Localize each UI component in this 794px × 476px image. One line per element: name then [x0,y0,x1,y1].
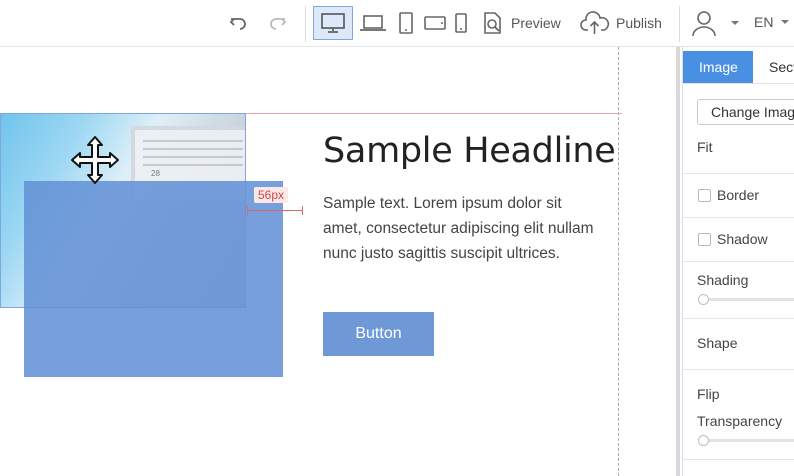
desktop-icon [321,13,345,33]
device-desktop-button[interactable] [313,6,353,40]
border-checkbox[interactable] [698,189,711,202]
tablet-portrait-icon [399,12,413,34]
chevron-down-icon [731,21,739,25]
panel-divider [683,318,794,319]
panel-divider [683,459,794,460]
change-image-button[interactable]: Change Image [697,99,794,125]
tab-underline [683,83,794,84]
preview-icon [484,12,501,34]
publish-button[interactable]: Publish [580,8,672,38]
redo-icon [270,18,287,30]
sample-body-text[interactable]: Sample text. Lorem ipsum dolor sit amet,… [323,191,603,266]
section-boundary-guide [618,47,619,476]
shadow-checkbox[interactable] [698,233,711,246]
toolbar-separator [679,6,680,42]
photo-day-number: 28 [151,169,160,178]
transparency-label: Transparency [697,413,783,429]
tab-section[interactable]: Secti [755,51,794,83]
transparency-slider-handle[interactable] [698,435,709,446]
panel-divider [683,261,794,262]
top-toolbar: Preview Publish EN [0,0,794,47]
account-menu-button[interactable] [690,8,742,38]
chevron-down-icon [781,20,790,24]
redo-button[interactable] [264,8,292,38]
properties-panel: Image Secti Change Image Fit Border Shad… [682,47,794,476]
cloud-upload-icon [580,11,610,34]
device-tablet-landscape-button[interactable] [422,8,448,38]
panel-divider [683,217,794,218]
preview-button[interactable]: Preview [481,8,571,38]
shading-slider-handle[interactable] [698,294,709,305]
undo-icon [229,18,246,30]
publish-label: Publish [616,15,662,31]
shape-label: Shape [697,335,738,351]
shading-label: Shading [697,272,749,288]
editor-canvas[interactable]: 28 56px Sample Headline Sample text. Lor… [0,47,680,476]
sample-button[interactable]: Button [323,312,434,356]
preview-label: Preview [511,15,561,31]
tab-image[interactable]: Image [683,51,753,83]
shadow-label: Shadow [717,231,768,247]
shading-slider[interactable] [698,298,794,301]
device-tablet-button[interactable] [395,8,417,38]
tablet-landscape-icon [424,16,446,30]
undo-button[interactable] [224,8,252,38]
fit-label: Fit [697,139,713,155]
transparency-slider[interactable] [698,439,794,442]
toolbar-separator [305,6,306,42]
distance-indicator-label: 56px [254,187,289,203]
canvas-scrollbar[interactable] [676,47,680,476]
language-label: EN [754,14,774,30]
flip-label: Flip [697,386,720,402]
mobile-icon [455,13,467,33]
device-laptop-button[interactable] [358,8,388,38]
language-selector[interactable]: EN [754,14,790,30]
sample-headline[interactable]: Sample Headline [323,131,616,171]
laptop-icon [360,15,386,31]
user-icon [692,11,716,37]
device-mobile-button[interactable] [452,8,470,38]
drag-preview-block[interactable] [24,181,283,377]
panel-divider [683,173,794,174]
panel-divider [683,369,794,370]
move-cursor-icon [71,136,119,184]
border-label: Border [717,187,760,203]
distance-indicator-line [247,206,303,215]
